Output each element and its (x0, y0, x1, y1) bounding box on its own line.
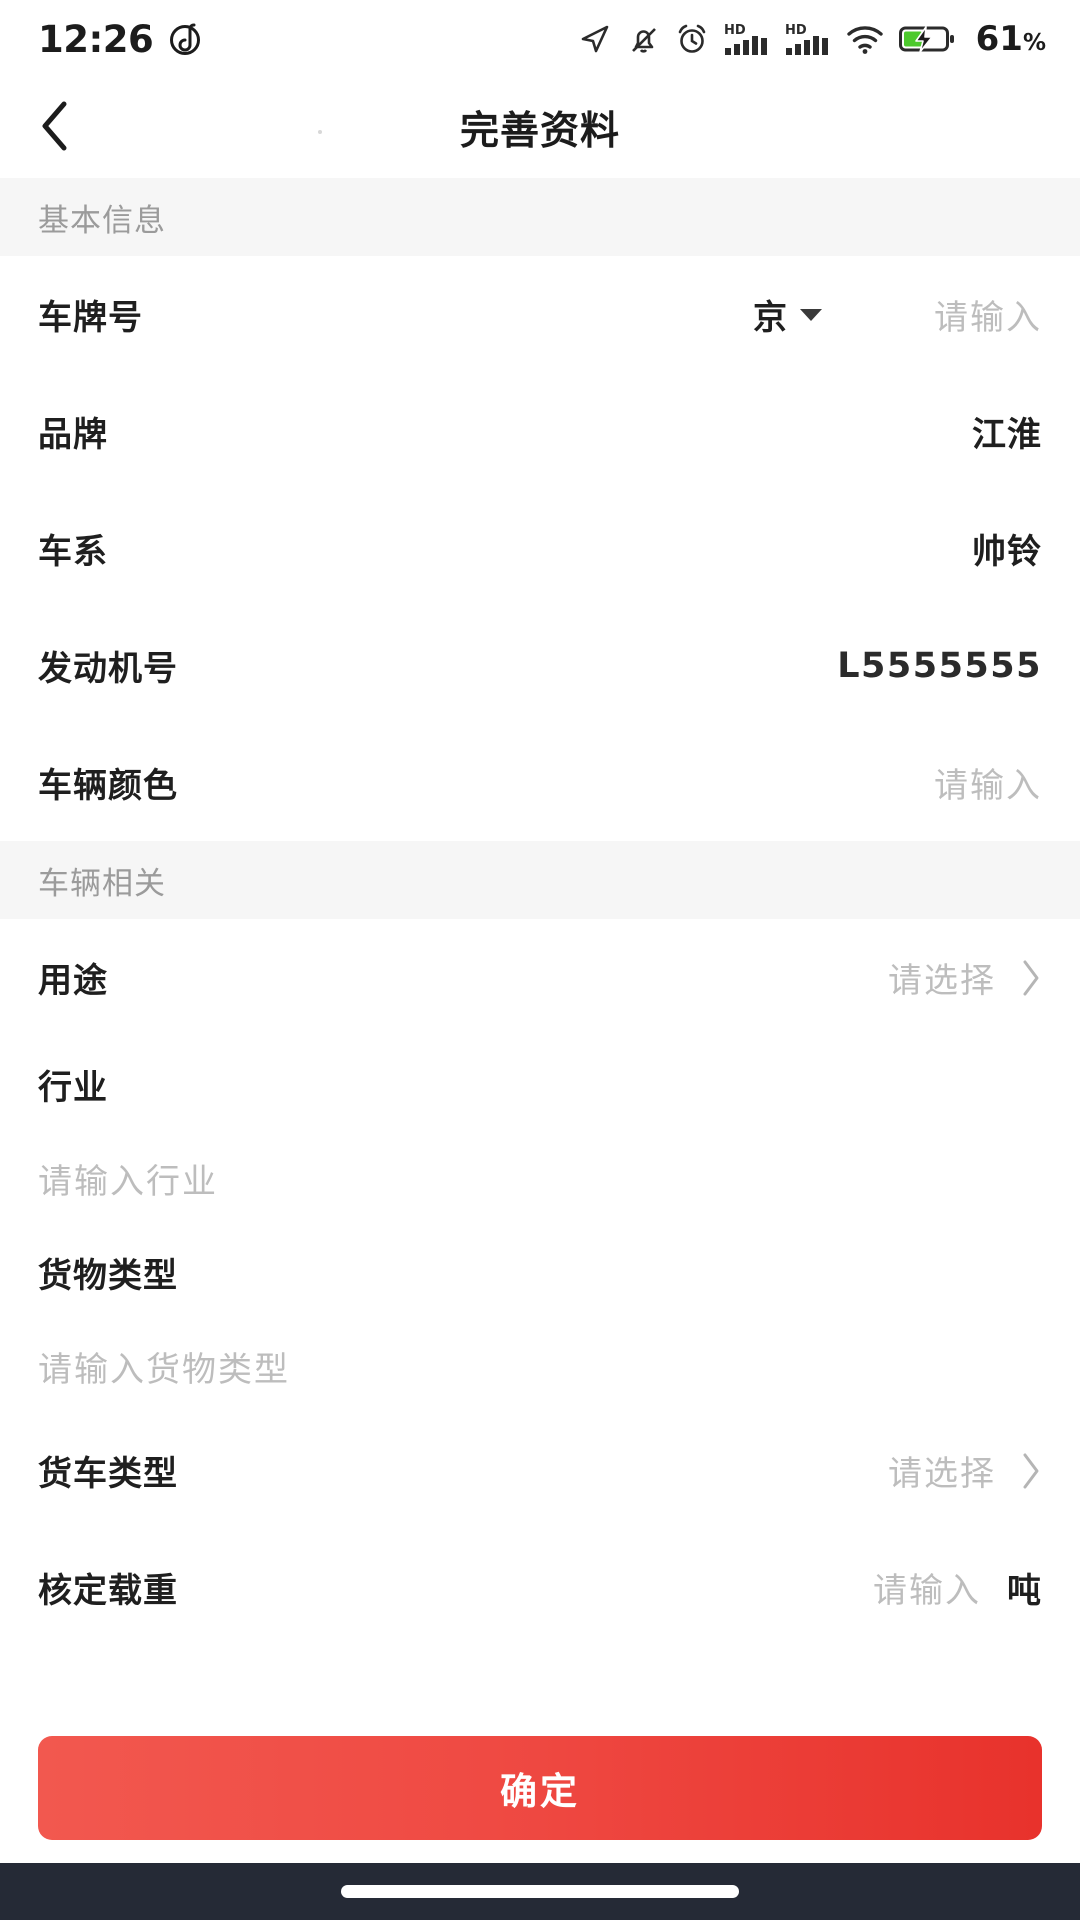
row-label: 车辆颜色 (38, 766, 178, 806)
row-usage[interactable]: 用途 请选择 (0, 919, 1080, 1036)
nav-header: 完善资料 (0, 78, 1080, 178)
chevron-right-icon[interactable] (1020, 958, 1042, 998)
section-header-basic-info: 基本信息 (0, 178, 1080, 256)
row-value-area: L5555555 (837, 646, 1042, 686)
section-header-vehicle-related: 车辆相关 (0, 841, 1080, 919)
battery-icon (898, 23, 955, 55)
row-license-plate[interactable]: 车牌号 京 请输入 (0, 256, 1080, 373)
row-label: 核定载重 (38, 1571, 178, 1611)
svg-text:HD: HD (785, 23, 807, 38)
battery-percent: 61% (975, 19, 1046, 59)
confirm-button[interactable]: 确定 (38, 1736, 1042, 1840)
music-circle-icon (167, 21, 203, 57)
cargo-type-input[interactable]: 请输入货物类型 (38, 1320, 1042, 1412)
row-industry[interactable]: 行业 请输入行业 (0, 1036, 1080, 1224)
hd-signal-icon-1: HD (724, 21, 770, 57)
navigation-arrow-icon (578, 22, 612, 56)
bell-muted-icon (627, 23, 660, 56)
status-bar-right: HD HD 61% (578, 19, 1046, 59)
row-rated-load[interactable]: 核定载重 请输入 吨 (0, 1529, 1080, 1646)
row-value-area: 帅铃 (972, 524, 1042, 573)
page-title: 完善资料 (459, 109, 620, 154)
rated-load-input[interactable]: 请输入 (873, 1563, 981, 1612)
row-value-area: 京 请输入 (753, 290, 1042, 339)
row-label: 品牌 (38, 415, 108, 455)
rated-load-unit: 吨 (1007, 1571, 1042, 1611)
row-label: 发动机号 (38, 649, 178, 689)
province-select-value[interactable]: 京 (753, 290, 788, 339)
engine-number-value: L5555555 (837, 645, 1042, 686)
license-plate-input[interactable]: 请输入 (934, 290, 1042, 339)
row-label: 货车类型 (38, 1454, 178, 1494)
row-value-area: 请选择 (888, 953, 1042, 1002)
chevron-down-icon[interactable] (800, 308, 822, 321)
row-value-area: 江淮 (972, 407, 1042, 456)
row-value-area: 请输入 吨 (873, 1563, 1042, 1612)
status-bar: 12:26 HD HD 61% (0, 0, 1080, 78)
cargo-type-label: 货物类型 (38, 1255, 178, 1296)
series-value: 帅铃 (972, 532, 1042, 572)
usage-select-value[interactable]: 请选择 (888, 953, 996, 1002)
row-truck-type[interactable]: 货车类型 请选择 (0, 1412, 1080, 1529)
row-brand[interactable]: 品牌 江淮 (0, 373, 1080, 490)
row-label: 用途 (38, 961, 108, 1001)
svg-text:HD: HD (724, 23, 746, 38)
industry-label: 行业 (38, 1067, 108, 1108)
industry-input[interactable]: 请输入行业 (38, 1132, 1042, 1224)
row-series[interactable]: 车系 帅铃 (0, 490, 1080, 607)
phone-screen: 12:26 HD HD 61% 完善资料 基本信息 车牌号 京 请输入 品牌 江… (0, 0, 1080, 1920)
system-navigation-bar (0, 1863, 1080, 1920)
row-vehicle-color[interactable]: 车辆颜色 请输入 (0, 724, 1080, 841)
chevron-right-icon[interactable] (1020, 1451, 1042, 1491)
hd-signal-icon-2: HD (785, 21, 831, 57)
header-dot (318, 130, 322, 134)
truck-type-select-value[interactable]: 请选择 (888, 1446, 996, 1495)
wifi-icon (846, 23, 884, 55)
row-label: 车系 (38, 532, 108, 572)
home-indicator[interactable] (341, 1885, 739, 1898)
brand-value: 江淮 (972, 415, 1042, 455)
row-label: 车牌号 (38, 298, 143, 338)
row-cargo-type[interactable]: 货物类型 请输入货物类型 (0, 1224, 1080, 1412)
footer-action-area: 确定 (0, 1736, 1080, 1840)
status-time: 12:26 (38, 17, 154, 61)
form-content: 基本信息 车牌号 京 请输入 品牌 江淮 车系 帅铃 发动机号 L5555555… (0, 178, 1080, 1646)
row-engine-number[interactable]: 发动机号 L5555555 (0, 607, 1080, 724)
status-bar-left: 12:26 (38, 18, 203, 61)
row-value-area: 请输入 (934, 758, 1042, 807)
alarm-clock-icon (675, 22, 709, 56)
vehicle-color-input[interactable]: 请输入 (934, 758, 1042, 807)
row-value-area: 请选择 (888, 1446, 1042, 1495)
